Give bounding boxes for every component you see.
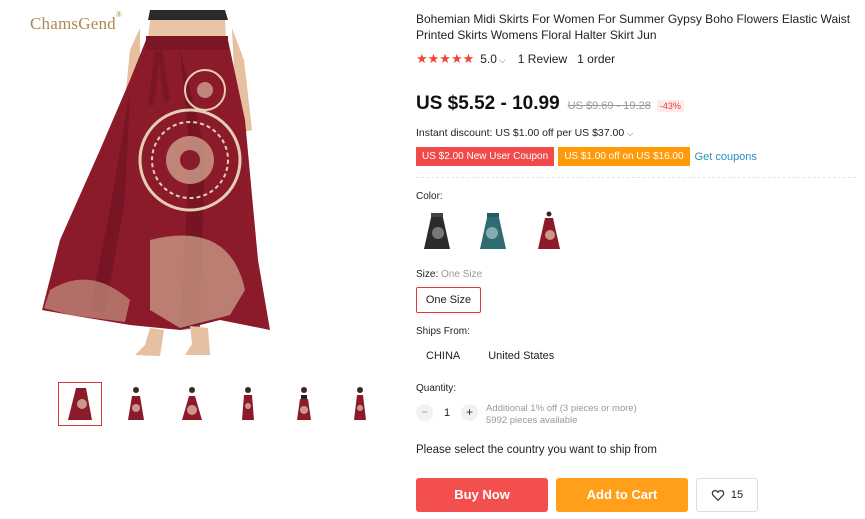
ships-from-options: CHINA United States (426, 350, 582, 362)
thumbnail-image (68, 388, 92, 420)
color-label: Color: (416, 191, 443, 202)
review-count-link[interactable]: 1 Review (518, 52, 567, 66)
current-price: US $5.52 - 10.99 (416, 93, 560, 114)
thumbnail-1[interactable] (58, 382, 102, 426)
store-coupon[interactable]: US $1.00 off on US $16.00 (558, 147, 690, 166)
discount-badge: -43% (656, 100, 684, 112)
chevron-down-icon: ⌵ (498, 55, 506, 65)
brand-logo: ChamsGend® (30, 10, 122, 34)
thumbnail-image (297, 387, 311, 420)
ship-country-notice: Please select the country you want to sh… (416, 444, 657, 456)
rating-row: ★★★★★ 5.0 ⌵ 1 Review 1 order (416, 51, 615, 67)
instant-discount-dropdown[interactable]: Instant discount: US $1.00 off per US $3… (416, 127, 633, 139)
get-coupons-link[interactable]: Get coupons (695, 151, 757, 163)
chevron-down-icon: ⌵ (627, 129, 634, 138)
pieces-available: 5992 pieces available (486, 415, 578, 426)
new-user-coupon[interactable]: US $2.00 New User Coupon (416, 147, 555, 166)
quantity-value[interactable]: 1 (433, 407, 461, 419)
color-swatch-teal[interactable] (472, 210, 514, 252)
coupon-row: US $2.00 New User Coupon US $1.00 off on… (416, 147, 757, 166)
quantity-minus-button[interactable]: − (416, 404, 433, 421)
rating-score: 5.0 (480, 52, 497, 66)
teal-skirt-swatch-image (480, 213, 506, 249)
black-skirt-swatch-image (424, 213, 450, 249)
red-skirt-swatch-image (538, 211, 560, 249)
thumbnail-image (128, 387, 144, 420)
add-to-cart-button[interactable]: Add to Cart (556, 478, 688, 512)
divider (416, 177, 856, 178)
ships-from-label: Ships From: (416, 326, 470, 337)
action-buttons: Buy Now Add to Cart 15 (416, 478, 758, 512)
thumbnail-5[interactable] (282, 382, 326, 426)
quantity-plus-button[interactable]: + (461, 404, 478, 421)
thumbnail-strip (58, 382, 394, 426)
size-selected-value: One Size (441, 269, 483, 280)
quantity-note: Additional 1% off (3 pieces or more) 599… (486, 403, 637, 427)
ships-from-united-states[interactable]: United States (488, 350, 554, 362)
size-label-row: Size: One Size (416, 269, 482, 280)
skirt-photo (42, 10, 270, 356)
star-rating-icon: ★★★★★ (416, 51, 475, 66)
order-count: 1 order (577, 52, 616, 66)
thumbnail-6[interactable] (338, 382, 382, 426)
instant-discount-text: Instant discount: US $1.00 off per US $3… (416, 127, 625, 139)
color-swatch-red[interactable] (528, 210, 570, 252)
color-swatch-black[interactable] (416, 210, 458, 252)
size-label: Size: (416, 269, 439, 280)
thumbnail-2[interactable] (114, 382, 158, 426)
brand-name: ChamsGend (30, 14, 116, 33)
heart-icon (711, 490, 725, 502)
quantity-label: Quantity: (416, 383, 457, 394)
thumbnail-image (242, 387, 254, 420)
price-row: US $5.52 - 10.99 US $9.69 - 19.28 -43% (416, 93, 684, 115)
product-title: Bohemian Midi Skirts For Women For Summe… (416, 12, 851, 42)
ships-from-china[interactable]: CHINA (426, 350, 460, 362)
rating-score-dropdown[interactable]: 5.0 ⌵ (480, 52, 506, 66)
thumbnail-4[interactable] (226, 382, 270, 426)
main-product-image[interactable] (30, 10, 280, 365)
thumbnail-image (354, 387, 366, 420)
product-gallery: ChamsGend® (0, 0, 400, 519)
quantity-stepper: − 1 + (416, 404, 478, 421)
color-options (416, 210, 584, 252)
original-price: US $9.69 - 19.28 (567, 100, 651, 112)
size-option-one-size[interactable]: One Size (416, 287, 481, 313)
thumbnail-3[interactable] (170, 382, 214, 426)
buy-now-button[interactable]: Buy Now (416, 478, 548, 512)
bulk-discount-note: Additional 1% off (3 pieces or more) (486, 403, 637, 414)
wishlist-button[interactable]: 15 (696, 478, 758, 512)
brand-registered-mark: ® (115, 10, 123, 19)
wishlist-count: 15 (730, 489, 744, 501)
thumbnail-image (182, 387, 202, 420)
